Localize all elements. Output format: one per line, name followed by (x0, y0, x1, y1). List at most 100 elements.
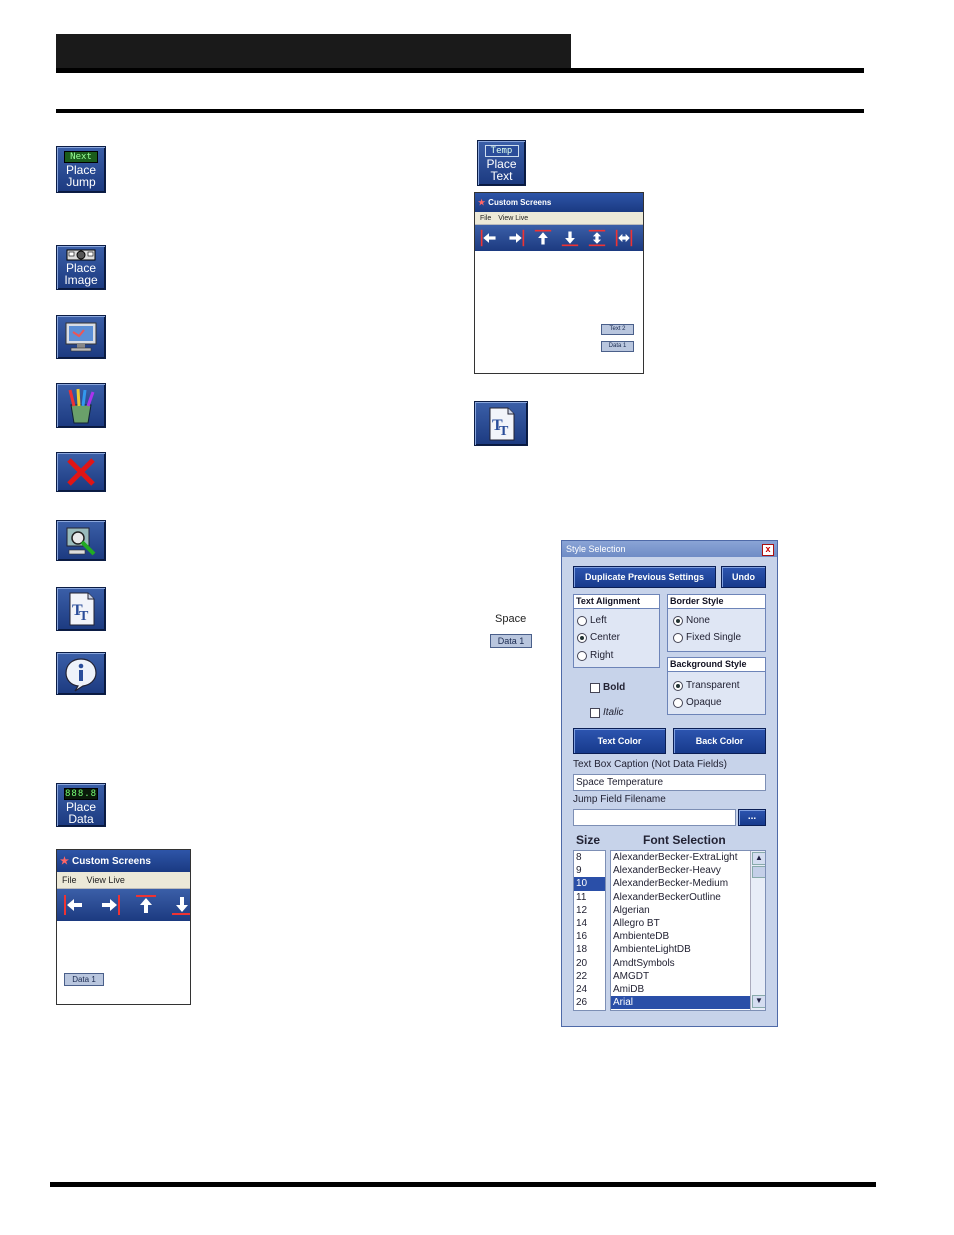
menu-file[interactable]: File (62, 875, 77, 885)
arrow-horizontal-icon[interactable] (615, 229, 633, 247)
arrow-left-icon[interactable] (480, 229, 498, 247)
size-list-item[interactable]: 11 (574, 891, 605, 904)
place-data-button[interactable]: 888.8 Place Data (56, 783, 106, 827)
bold-label: Bold (603, 682, 626, 693)
size-list-item[interactable]: 10 (574, 877, 605, 891)
border-none-option[interactable]: None (673, 615, 710, 626)
font-list[interactable]: AlexanderBecker-ExtraLight AlexanderBecke… (610, 850, 766, 1011)
back-color-button[interactable]: Back Color (673, 728, 766, 754)
border-fixed-option[interactable]: Fixed Single (673, 632, 741, 643)
arrow-right-icon[interactable] (99, 894, 121, 916)
temp-tag: Temp (484, 145, 519, 157)
info-button[interactable] (56, 652, 106, 695)
text-label-box[interactable]: Text 2 (601, 324, 634, 335)
window-title: Custom Screens (71, 855, 151, 867)
data-label-box[interactable]: Data 1 (64, 973, 104, 986)
font-list-item[interactable]: AmbienteDB (611, 930, 751, 943)
bg-transparent-option[interactable]: Transparent (673, 680, 740, 691)
place-jump-button[interactable]: Next Place Jump (56, 146, 106, 193)
data-label-box[interactable]: Data 1 (601, 341, 634, 352)
bg-opaque-option[interactable]: Opaque (673, 697, 722, 708)
style-tools-button[interactable] (56, 383, 106, 428)
align-left-option[interactable]: Left (577, 615, 607, 626)
font-list-item[interactable]: AmbienteLightDB (611, 943, 751, 956)
font-list-scrollbar[interactable]: ▲ ▼ (750, 851, 765, 1010)
size-list-item[interactable]: 18 (574, 943, 605, 956)
font-list-item[interactable]: AlexanderBecker-Heavy (611, 864, 751, 877)
delete-button[interactable] (56, 452, 106, 492)
size-list-item[interactable]: 24 (574, 983, 605, 996)
dialog-title-bar: Style Selection x (562, 541, 777, 557)
size-list-item[interactable]: 14 (574, 917, 605, 930)
size-list-item[interactable]: 12 (574, 904, 605, 917)
radio-align-right[interactable] (577, 650, 587, 661)
menu-file[interactable]: File (480, 215, 491, 222)
menu-view-live[interactable]: View Live (87, 875, 125, 885)
app-logo-icon: ★ (478, 198, 486, 207)
font-list-item[interactable]: Algerian (611, 904, 751, 917)
arrow-down-icon[interactable] (171, 894, 190, 916)
size-list-item[interactable]: 16 (574, 930, 605, 943)
radio-border-none[interactable] (673, 615, 683, 626)
header-rule (56, 68, 864, 73)
font-list-item[interactable]: AlexanderBecker-Medium (611, 877, 751, 890)
menu-view-live[interactable]: View Live (498, 215, 528, 222)
arrow-up-icon[interactable] (135, 894, 157, 916)
arrow-left-icon[interactable] (63, 894, 85, 916)
radio-align-left[interactable] (577, 615, 587, 626)
place-data-line2: Data (68, 812, 94, 826)
radio-align-center[interactable] (577, 632, 587, 643)
radio-bg-transparent[interactable] (673, 680, 683, 691)
window-menu-bar: File View Live (57, 872, 190, 889)
font-list-item[interactable]: AmiDB (611, 983, 751, 996)
bold-checkbox-option[interactable]: Bold (590, 682, 625, 693)
size-list[interactable]: 8 9 10 11 12 14 16 18 20 22 24 26 (573, 850, 606, 1011)
border-none-label: None (686, 615, 710, 626)
scroll-up-icon[interactable]: ▲ (752, 852, 765, 865)
size-list-item[interactable]: 20 (574, 957, 605, 970)
size-list-item[interactable]: 22 (574, 970, 605, 983)
jump-field-input[interactable] (573, 809, 736, 826)
size-list-item[interactable]: 26 (574, 996, 605, 1009)
caption-input[interactable]: Space Temperature (573, 774, 766, 791)
camera-icon (66, 249, 96, 261)
arrow-vertical-icon[interactable] (588, 229, 606, 247)
size-header: Size (576, 833, 601, 847)
align-right-option[interactable]: Right (577, 650, 613, 661)
font-list-item[interactable]: AlexanderBecker-ExtraLight (611, 851, 751, 864)
preview-data-box: Data 1 (490, 634, 532, 648)
scroll-thumb[interactable] (752, 866, 765, 878)
arrow-up-icon[interactable] (534, 229, 552, 247)
radio-bg-opaque[interactable] (673, 697, 683, 708)
font-list-item[interactable]: Allegro BT (611, 917, 751, 930)
text-color-button[interactable]: Text Color (573, 728, 666, 754)
italic-checkbox-option[interactable]: Italic (590, 707, 624, 718)
place-image-button[interactable]: Place Image (56, 245, 106, 290)
close-icon[interactable]: x (762, 544, 774, 556)
font-button-right[interactable]: T T (474, 401, 528, 446)
footer-rule (50, 1182, 876, 1187)
align-center-option[interactable]: Center (577, 632, 620, 643)
view-live-button[interactable] (56, 520, 106, 561)
size-list-item[interactable]: 9 (574, 864, 605, 877)
duplicate-settings-button[interactable]: Duplicate Previous Settings (573, 566, 716, 588)
size-list-item[interactable]: 8 (574, 851, 605, 864)
arrow-down-icon[interactable] (561, 229, 579, 247)
font-list-item[interactable]: AmdtSymbols (611, 957, 751, 970)
font-list-item[interactable]: AMGDT (611, 970, 751, 983)
border-style-group: Border Style None Fixed Single (667, 594, 766, 652)
scroll-down-icon[interactable]: ▼ (752, 995, 765, 1008)
background-image-button[interactable] (56, 315, 106, 359)
undo-button[interactable]: Undo (721, 566, 766, 588)
italic-label: Italic (603, 707, 624, 718)
font-button[interactable]: T T (56, 587, 106, 631)
arrow-right-icon[interactable] (507, 229, 525, 247)
browse-button[interactable]: ... (738, 809, 766, 826)
font-list-item[interactable]: Arial (611, 996, 751, 1010)
radio-border-fixed[interactable] (673, 632, 683, 643)
bold-checkbox[interactable] (590, 682, 600, 693)
svg-text:T: T (499, 424, 509, 439)
font-list-item[interactable]: AlexanderBeckerOutline (611, 891, 751, 904)
place-text-button[interactable]: Temp Place Text (477, 140, 526, 186)
italic-checkbox[interactable] (590, 707, 600, 718)
